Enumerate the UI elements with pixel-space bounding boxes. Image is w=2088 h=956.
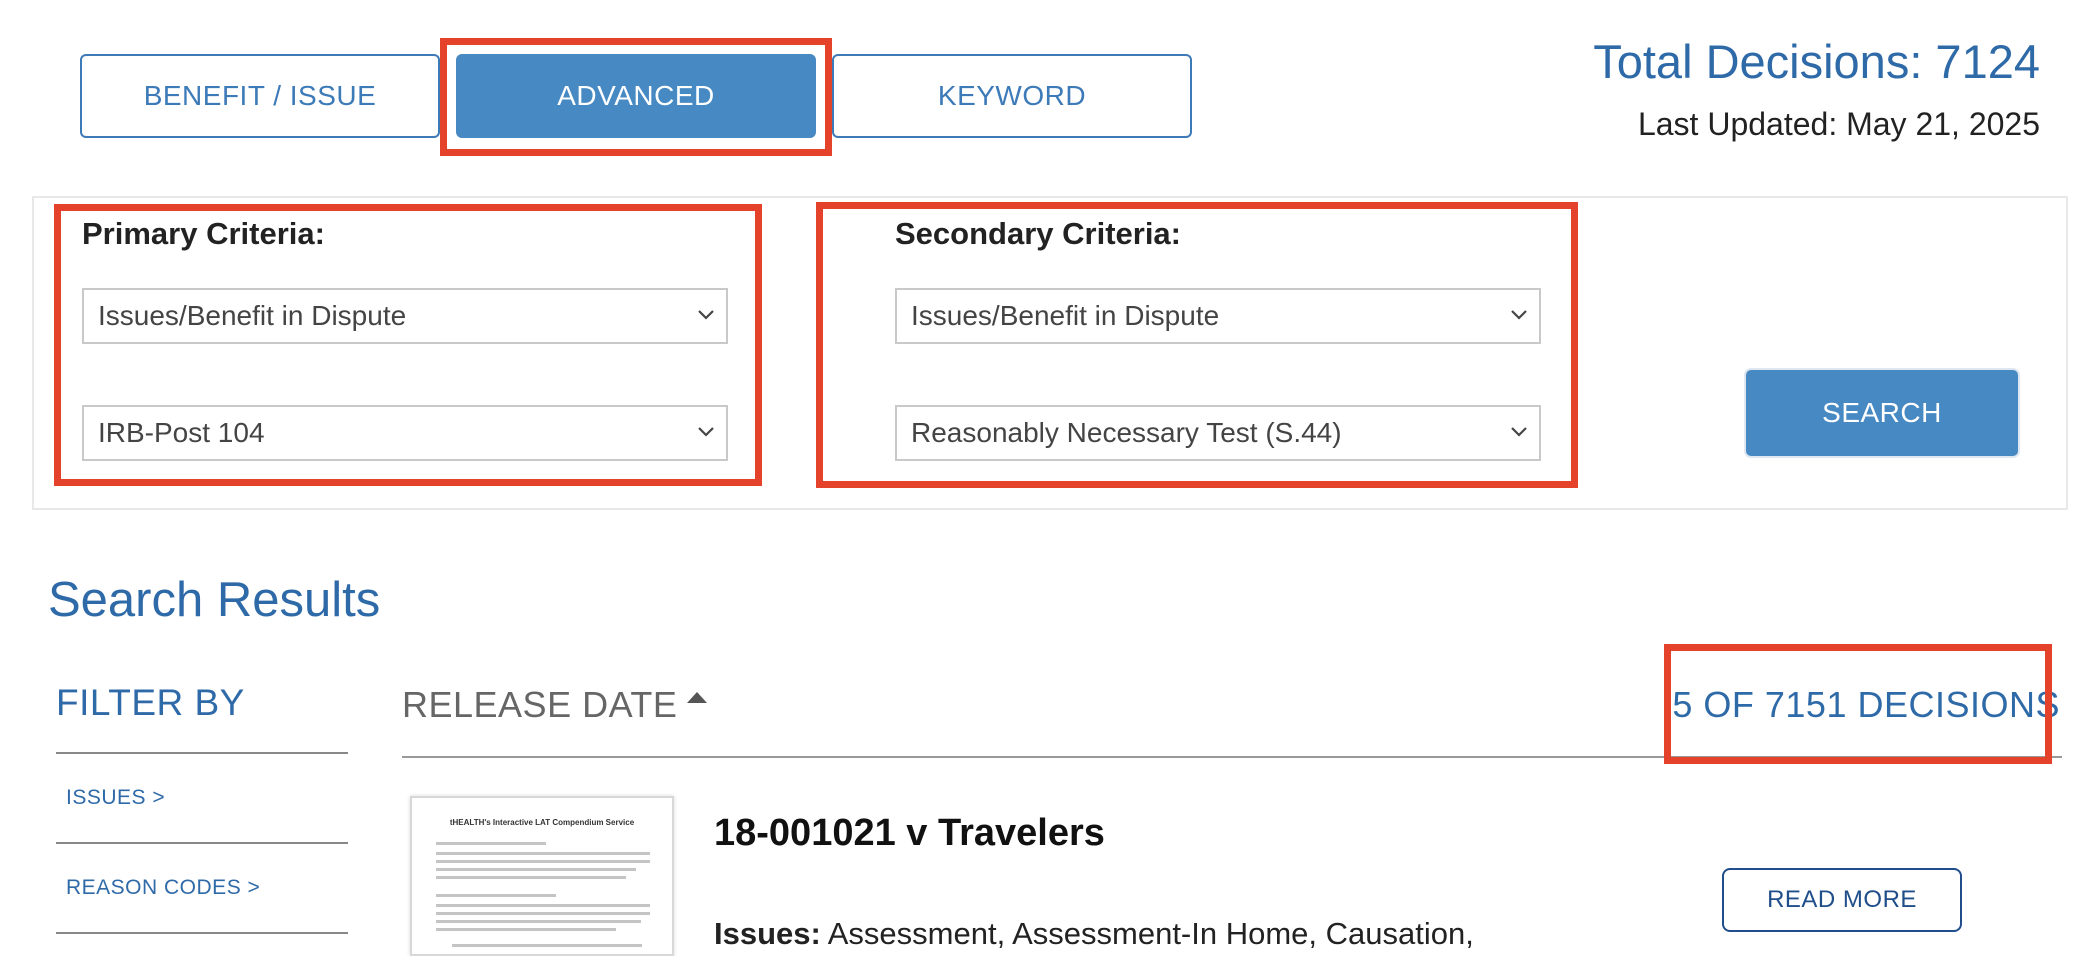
filter-reason-codes[interactable]: REASON CODES > <box>66 876 260 900</box>
results-divider <box>402 756 2062 758</box>
filter-issues[interactable]: ISSUES > <box>66 786 165 810</box>
select-value: Reasonably Necessary Test (S.44) <box>911 417 1342 448</box>
select-value: IRB-Post 104 <box>98 417 265 448</box>
results-count: 5 OF 7151 DECISIONS <box>1672 684 2060 725</box>
total-decisions: Total Decisions: 7124 <box>1593 35 2040 88</box>
filter-divider <box>56 842 348 844</box>
primary-criteria-label: Primary Criteria: <box>82 216 325 251</box>
chevron-down-icon <box>1511 310 1527 320</box>
sort-ascending-icon <box>687 691 708 703</box>
secondary-criteria-select-1[interactable]: Issues/Benefit in Dispute <box>895 288 1541 344</box>
chevron-down-icon <box>1511 427 1527 437</box>
last-updated: Last Updated: May 21, 2025 <box>1637 106 2040 142</box>
tab-advanced[interactable]: ADVANCED <box>456 54 816 138</box>
result-title[interactable]: 18-001021 v Travelers <box>714 812 1105 855</box>
tab-benefit-issue[interactable]: BENEFIT / ISSUE <box>80 54 440 138</box>
filter-divider <box>56 752 348 754</box>
secondary-criteria-select-2[interactable]: Reasonably Necessary Test (S.44) <box>895 405 1541 461</box>
thumbnail-heading: tHEALTH's Interactive LAT Compendium Ser… <box>449 818 635 827</box>
chevron-down-icon <box>698 427 714 437</box>
result-issues: Issues: Assessment, Assessment-In Home, … <box>714 916 1474 952</box>
primary-criteria-select-2[interactable]: IRB-Post 104 <box>82 405 728 461</box>
secondary-criteria-label: Secondary Criteria: <box>895 216 1181 251</box>
document-thumbnail[interactable]: tHEALTH's Interactive LAT Compendium Ser… <box>410 796 674 956</box>
read-more-button[interactable]: READ MORE <box>1722 868 1962 932</box>
filter-divider <box>56 932 348 934</box>
search-button[interactable]: SEARCH <box>1746 370 2018 456</box>
filter-by-title: FILTER BY <box>56 682 245 723</box>
primary-criteria-select-1[interactable]: Issues/Benefit in Dispute <box>82 288 728 344</box>
select-value: Issues/Benefit in Dispute <box>98 300 407 331</box>
sort-label: RELEASE DATE <box>402 684 678 725</box>
chevron-down-icon <box>698 310 714 320</box>
tab-keyword[interactable]: KEYWORD <box>832 54 1192 138</box>
search-results-title: Search Results <box>48 573 381 627</box>
sort-release-date[interactable]: RELEASE DATE <box>402 684 708 726</box>
select-value: Issues/Benefit in Dispute <box>911 300 1220 331</box>
